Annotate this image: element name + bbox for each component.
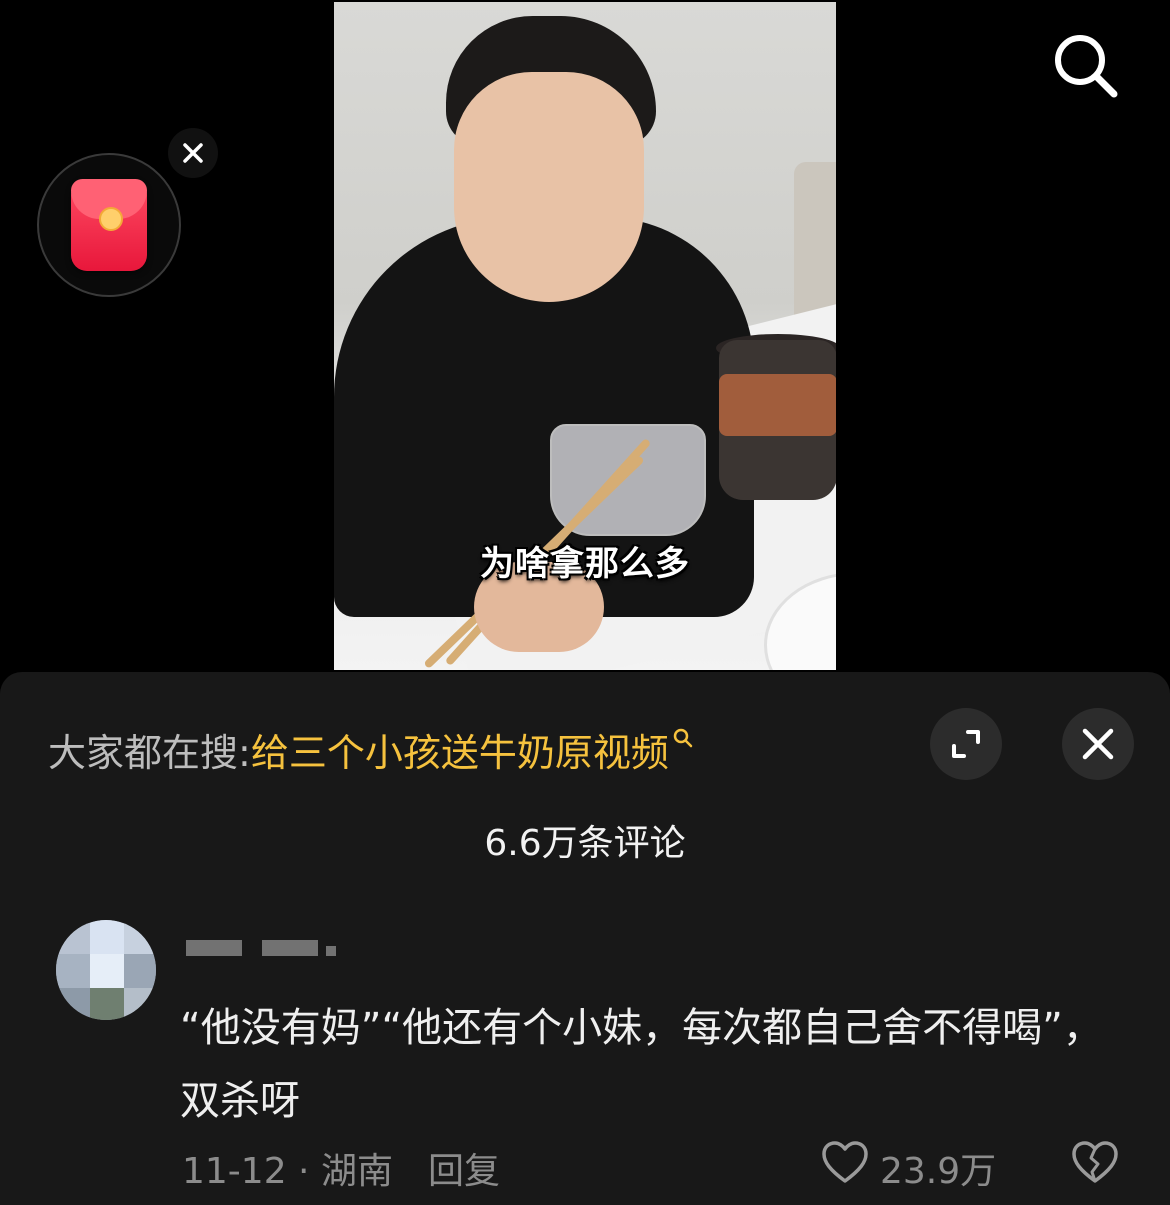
hot-search-prefix: 大家都在搜:	[48, 731, 251, 775]
reply-button[interactable]: 回复	[428, 1142, 500, 1194]
comment-meta: 11-12 · 湖南	[182, 1142, 393, 1194]
like-count: 23.9万	[880, 1151, 997, 1192]
comment-location: 湖南	[320, 1151, 393, 1192]
comment-date: 11-12	[182, 1151, 287, 1192]
comment-text: “他没有妈”“他还有个小妹，每次都自己舍不得喝”，双杀呀	[180, 1005, 1103, 1124]
expand-icon	[952, 730, 980, 758]
meta-separator: ·	[286, 1151, 321, 1192]
person-face	[454, 72, 644, 302]
expand-button[interactable]	[930, 708, 1002, 780]
video-subtitle: 为啥拿那么多	[480, 544, 690, 584]
cup-sleeve	[719, 374, 836, 436]
close-icon	[183, 143, 203, 163]
search-icon	[1055, 35, 1118, 98]
hot-search-query[interactable]: 给三个小孩送牛奶原视频	[251, 731, 669, 775]
video-player[interactable]: 为啥拿那么多	[0, 0, 1170, 672]
search-icon	[673, 728, 693, 748]
red-packet-button[interactable]	[37, 153, 181, 297]
red-packet-icon	[71, 179, 147, 271]
avatar[interactable]	[56, 920, 156, 1020]
comments-panel: 大家都在搜:给三个小孩送牛奶原视频 6.6万条评论 “他没有妈”“他还有个小妹，…	[0, 672, 1170, 1205]
username-obscured[interactable]	[186, 932, 346, 966]
like-button[interactable]: 23.9万	[820, 1138, 996, 1192]
dislike-button[interactable]	[1070, 1138, 1120, 1188]
video-frame[interactable]: 为啥拿那么多	[334, 2, 836, 670]
close-panel-button[interactable]	[1062, 708, 1134, 780]
red-packet-close-button[interactable]	[168, 128, 218, 178]
hot-search-bar[interactable]: 大家都在搜:给三个小孩送牛奶原视频	[48, 722, 695, 777]
comment-count: 6.6万条评论	[484, 823, 686, 864]
search-button[interactable]	[1048, 28, 1124, 104]
heart-icon	[822, 1141, 868, 1183]
close-icon	[1082, 728, 1114, 760]
broken-heart-icon	[1072, 1141, 1118, 1183]
